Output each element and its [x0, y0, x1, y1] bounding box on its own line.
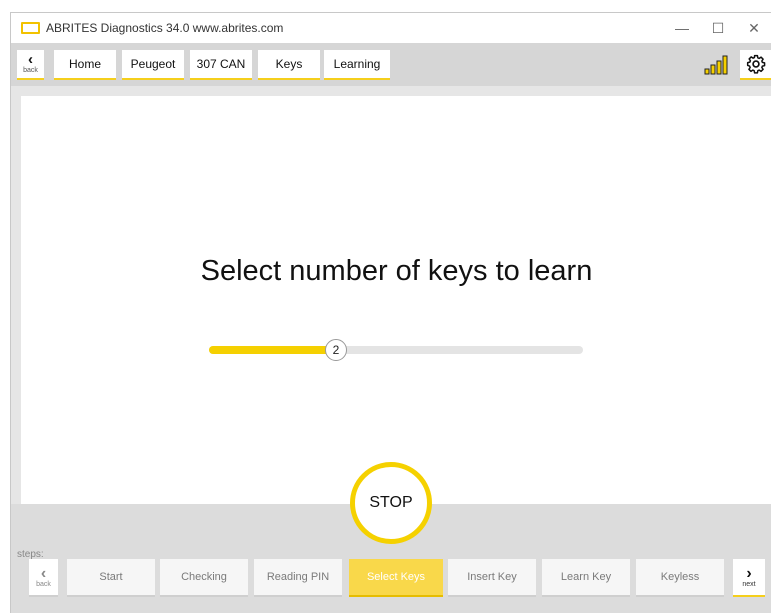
breadcrumb-peugeot[interactable]: Peugeot: [122, 50, 184, 80]
signal-bars-icon: [704, 55, 728, 75]
key-count-slider[interactable]: 2: [209, 339, 583, 361]
title-bar: ABRITES Diagnostics 34.0 www.abrites.com…: [11, 13, 771, 43]
step-start[interactable]: Start: [67, 559, 155, 597]
close-button[interactable]: ✕: [736, 13, 771, 43]
breadcrumb-keys[interactable]: Keys: [258, 50, 320, 80]
maximize-button[interactable]: ☐: [700, 13, 736, 43]
step-checking[interactable]: Checking: [160, 559, 248, 597]
breadcrumb-learning[interactable]: Learning: [324, 50, 390, 80]
app-window: ABRITES Diagnostics 34.0 www.abrites.com…: [10, 12, 771, 613]
left-gutter: [0, 0, 10, 613]
gear-icon: [746, 54, 766, 74]
step-learn-key[interactable]: Learn Key: [542, 559, 630, 597]
step-reading-pin[interactable]: Reading PIN: [254, 559, 342, 597]
chevron-right-icon: ›: [746, 564, 752, 582]
window-controls: — ☐ ✕: [664, 13, 771, 43]
step-next-label: next: [742, 580, 756, 588]
main-content: Select number of keys to learn 2: [21, 96, 771, 504]
navigation-bar: ‹ back Home Peugeot 307 CAN Keys Learnin…: [11, 43, 771, 86]
slider-thumb[interactable]: 2: [325, 339, 347, 361]
step-back-label: back: [36, 580, 51, 588]
step-insert-key[interactable]: Insert Key: [448, 559, 536, 597]
nav-back-label: back: [23, 66, 38, 74]
step-back-button[interactable]: ‹ back: [29, 559, 58, 597]
chevron-left-icon: ‹: [28, 50, 33, 68]
breadcrumb-home[interactable]: Home: [54, 50, 116, 80]
content-frame: Select number of keys to learn 2: [11, 86, 771, 504]
nav-back-button[interactable]: ‹ back: [17, 50, 44, 80]
breadcrumb-307-can[interactable]: 307 CAN: [190, 50, 252, 80]
window-title: ABRITES Diagnostics 34.0 www.abrites.com: [46, 21, 284, 35]
slider-fill: [209, 346, 336, 354]
step-select-keys[interactable]: Select Keys: [349, 559, 443, 597]
chevron-left-icon: ‹: [40, 564, 47, 582]
stop-button[interactable]: STOP: [350, 462, 432, 544]
step-next-button[interactable]: › next: [733, 559, 765, 597]
settings-button[interactable]: [740, 50, 771, 80]
page-title: Select number of keys to learn: [200, 255, 593, 287]
step-keyless[interactable]: Keyless: [636, 559, 724, 597]
abrites-logo-icon: [21, 22, 40, 34]
minimize-button[interactable]: —: [664, 13, 700, 43]
